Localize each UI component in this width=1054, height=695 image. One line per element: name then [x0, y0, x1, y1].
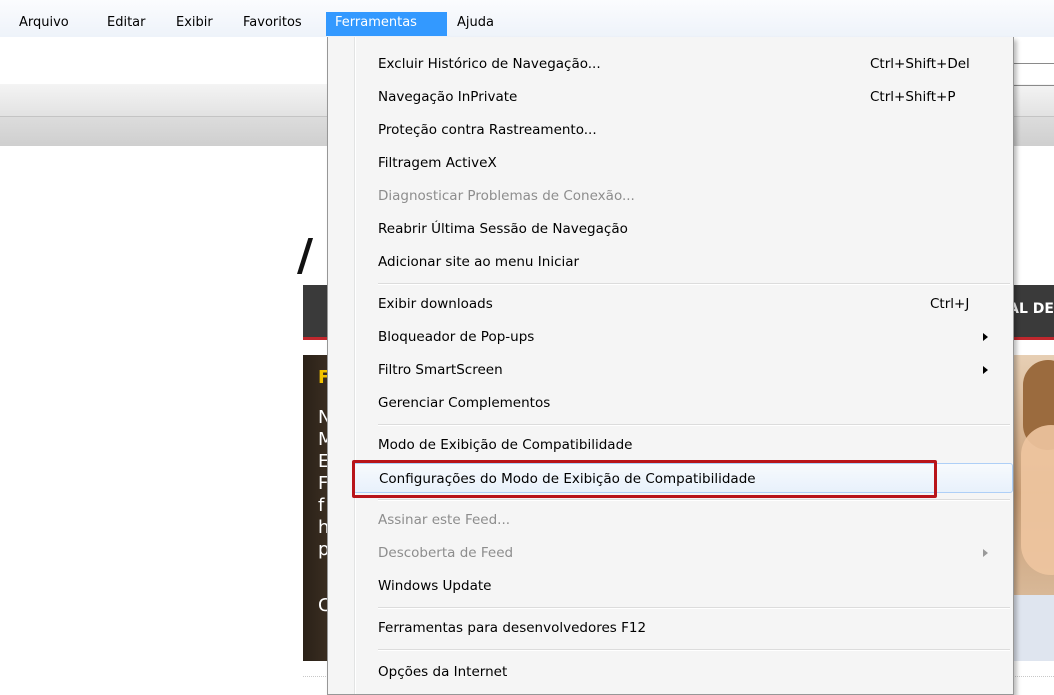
menu-item-reabrir-sessao[interactable]: Reabrir Última Sessão de Navegação: [353, 214, 1013, 244]
submenu-arrow-icon: [983, 366, 988, 374]
menu-item-label: Gerenciar Complementos: [378, 395, 551, 411]
menu-item-shortcut: Ctrl+J: [930, 296, 970, 312]
menu-item-filtro-smartscreen[interactable]: Filtro SmartScreen: [353, 355, 1013, 385]
address-line: [1013, 63, 1054, 64]
photo-face: [1021, 425, 1054, 575]
menu-exibir[interactable]: Exibir: [167, 12, 222, 36]
menu-item-diagnosticar-problemas: Diagnosticar Problemas de Conexão...: [353, 181, 1013, 211]
menu-item-label: Assinar este Feed...: [378, 512, 511, 528]
menu-item-label: Descoberta de Feed: [378, 545, 514, 561]
highlight-annotation: [352, 460, 937, 498]
submenu-arrow-icon: [983, 549, 988, 557]
menu-item-label: Adicionar site ao menu Iniciar: [378, 254, 580, 270]
menu-editar[interactable]: Editar: [98, 12, 155, 36]
menu-item-inprivate[interactable]: Navegação InPrivate Ctrl+Shift+P: [353, 82, 1013, 112]
article-letter: f: [318, 495, 325, 516]
menu-item-label: Filtragem ActiveX: [378, 155, 497, 171]
menu-arquivo[interactable]: Arquivo: [10, 12, 78, 36]
menu-item-label: Modo de Exibição de Compatibilidade: [378, 437, 633, 453]
menu-ajuda[interactable]: Ajuda: [448, 12, 503, 36]
menu-separator: [378, 649, 1010, 651]
menu-item-label: Diagnosticar Problemas de Conexão...: [378, 188, 635, 204]
menu-item-label: Windows Update: [378, 578, 492, 594]
menu-separator: [378, 283, 1010, 285]
menu-item-shortcut: Ctrl+Shift+Del: [870, 56, 970, 72]
menu-item-windows-update[interactable]: Windows Update: [353, 571, 1013, 601]
menu-item-assinar-feed: Assinar este Feed...: [353, 505, 1013, 535]
menu-item-label: Bloqueador de Pop-ups: [378, 329, 535, 345]
menu-item-adicionar-site[interactable]: Adicionar site ao menu Iniciar: [353, 247, 1013, 277]
menu-item-modo-compatibilidade[interactable]: Modo de Exibição de Compatibilidade: [353, 430, 1013, 460]
banner-text: AL DE: [1008, 301, 1054, 317]
menu-separator: [378, 499, 1010, 501]
site-logo-fragment: /: [297, 230, 314, 281]
menu-item-exibir-downloads[interactable]: Exibir downloads Ctrl+J: [353, 289, 1013, 319]
menu-item-label: Opções da Internet: [378, 664, 508, 680]
address-line: [1013, 85, 1054, 86]
menu-item-opcoes-internet[interactable]: Opções da Internet: [353, 657, 1013, 687]
menu-item-shortcut: Ctrl+Shift+P: [870, 89, 956, 105]
menu-item-label: Exibir downloads: [378, 296, 493, 312]
menu-item-filtragem-activex[interactable]: Filtragem ActiveX: [353, 148, 1013, 178]
menu-item-label: Excluir Histórico de Navegação...: [378, 56, 601, 72]
menu-item-protecao-rastreamento[interactable]: Proteção contra Rastreamento...: [353, 115, 1013, 145]
photo-shirt: [1013, 595, 1054, 661]
menu-item-bloqueador-popups[interactable]: Bloqueador de Pop-ups: [353, 322, 1013, 352]
menu-item-label: Ferramentas para desenvolvedores F12: [378, 620, 647, 636]
menu-favoritos[interactable]: Favoritos: [234, 12, 311, 36]
menu-item-label: Navegação InPrivate: [378, 89, 518, 105]
menu-bar: Arquivo Editar Exibir Favoritos Ferramen…: [0, 0, 1054, 38]
menu-item-gerenciar-complementos[interactable]: Gerenciar Complementos: [353, 388, 1013, 418]
article-photo-right: [1013, 355, 1054, 661]
menu-separator: [378, 424, 1010, 426]
menu-item-excluir-historico[interactable]: Excluir Histórico de Navegação... Ctrl+S…: [353, 49, 1013, 79]
menu-ferramentas[interactable]: Ferramentas: [326, 12, 447, 36]
submenu-arrow-icon: [983, 333, 988, 341]
menu-separator: [378, 607, 1010, 609]
menu-item-ferramentas-desenvolvedores[interactable]: Ferramentas para desenvolvedores F12: [353, 613, 1013, 643]
ferramentas-dropdown: Excluir Histórico de Navegação... Ctrl+S…: [327, 37, 1014, 695]
menu-item-label: Reabrir Última Sessão de Navegação: [378, 221, 628, 237]
menu-item-descoberta-feed: Descoberta de Feed: [353, 538, 1013, 568]
menu-item-label: Proteção contra Rastreamento...: [378, 122, 597, 138]
menu-item-label: Filtro SmartScreen: [378, 362, 503, 378]
